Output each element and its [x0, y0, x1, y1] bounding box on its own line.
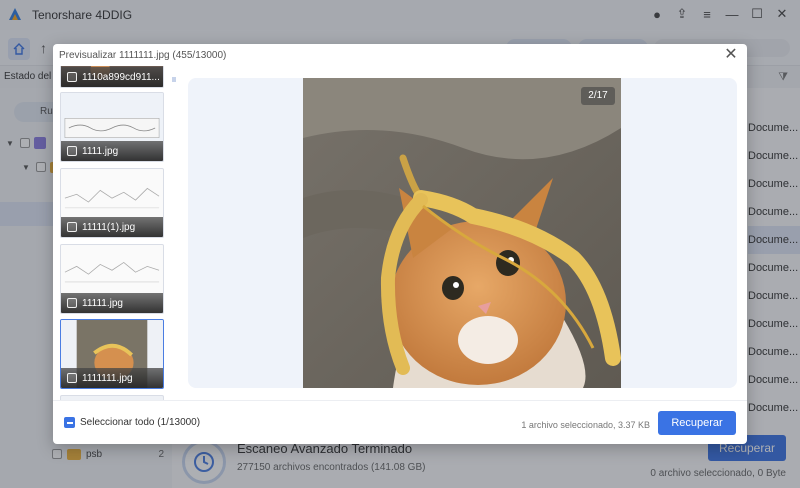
thumbnail-checkbox[interactable]: [67, 298, 77, 308]
thumbnail-item[interactable]: 1110a899cd911...: [60, 66, 164, 88]
image-preview: 2/17: [188, 78, 737, 388]
thumbnail-name: 1111111.jpg: [82, 372, 133, 384]
thumbnail-checkbox[interactable]: [67, 146, 77, 156]
thumbnail-scrollbar[interactable]: [172, 77, 176, 82]
page-indicator: 2/17: [581, 87, 615, 105]
thumbnail-item[interactable]: 11111.jpg: [60, 244, 164, 314]
selected-info: 1 archivo seleccionado, 3.37 KB: [521, 420, 650, 430]
select-all-label: Seleccionar todo (1/13000): [80, 417, 201, 428]
select-all-checkbox-box[interactable]: [64, 417, 75, 428]
thumbnail-name: 1110a899cd911...: [82, 71, 160, 83]
thumbnail-checkbox[interactable]: [67, 72, 77, 82]
select-all-checkbox[interactable]: Seleccionar todo (1/13000): [64, 417, 200, 428]
dialog-footer: Seleccionar todo (1/13000) 1 archivo sel…: [53, 400, 747, 444]
thumbnail-item[interactable]: 11111(1).jpg: [60, 168, 164, 238]
dialog-title: Previsualizar 1111111.jpg (455/13000): [59, 50, 227, 61]
preview-dialog: Previsualizar 1111111.jpg (455/13000) ✕ …: [53, 44, 747, 444]
thumbnail-name: 1111.jpg: [82, 145, 119, 157]
thumbnail-checkbox[interactable]: [67, 222, 77, 232]
thumbnail-name: 11111.jpg: [82, 297, 123, 309]
thumbnail-item-selected[interactable]: 1111111.jpg: [60, 319, 164, 389]
close-icon[interactable]: ✕: [723, 47, 739, 63]
recover-button[interactable]: Recuperar: [658, 411, 736, 435]
thumbnail-item[interactable]: 1111.jpg: [60, 92, 164, 162]
thumbnail-name: 11111(1).jpg: [82, 221, 136, 233]
preview-image: [303, 78, 621, 388]
thumbnail-checkbox[interactable]: [67, 373, 77, 383]
thumbnail-list[interactable]: 1110a899cd911... 1111.jpg 11111(1).jpg 1…: [53, 66, 173, 400]
